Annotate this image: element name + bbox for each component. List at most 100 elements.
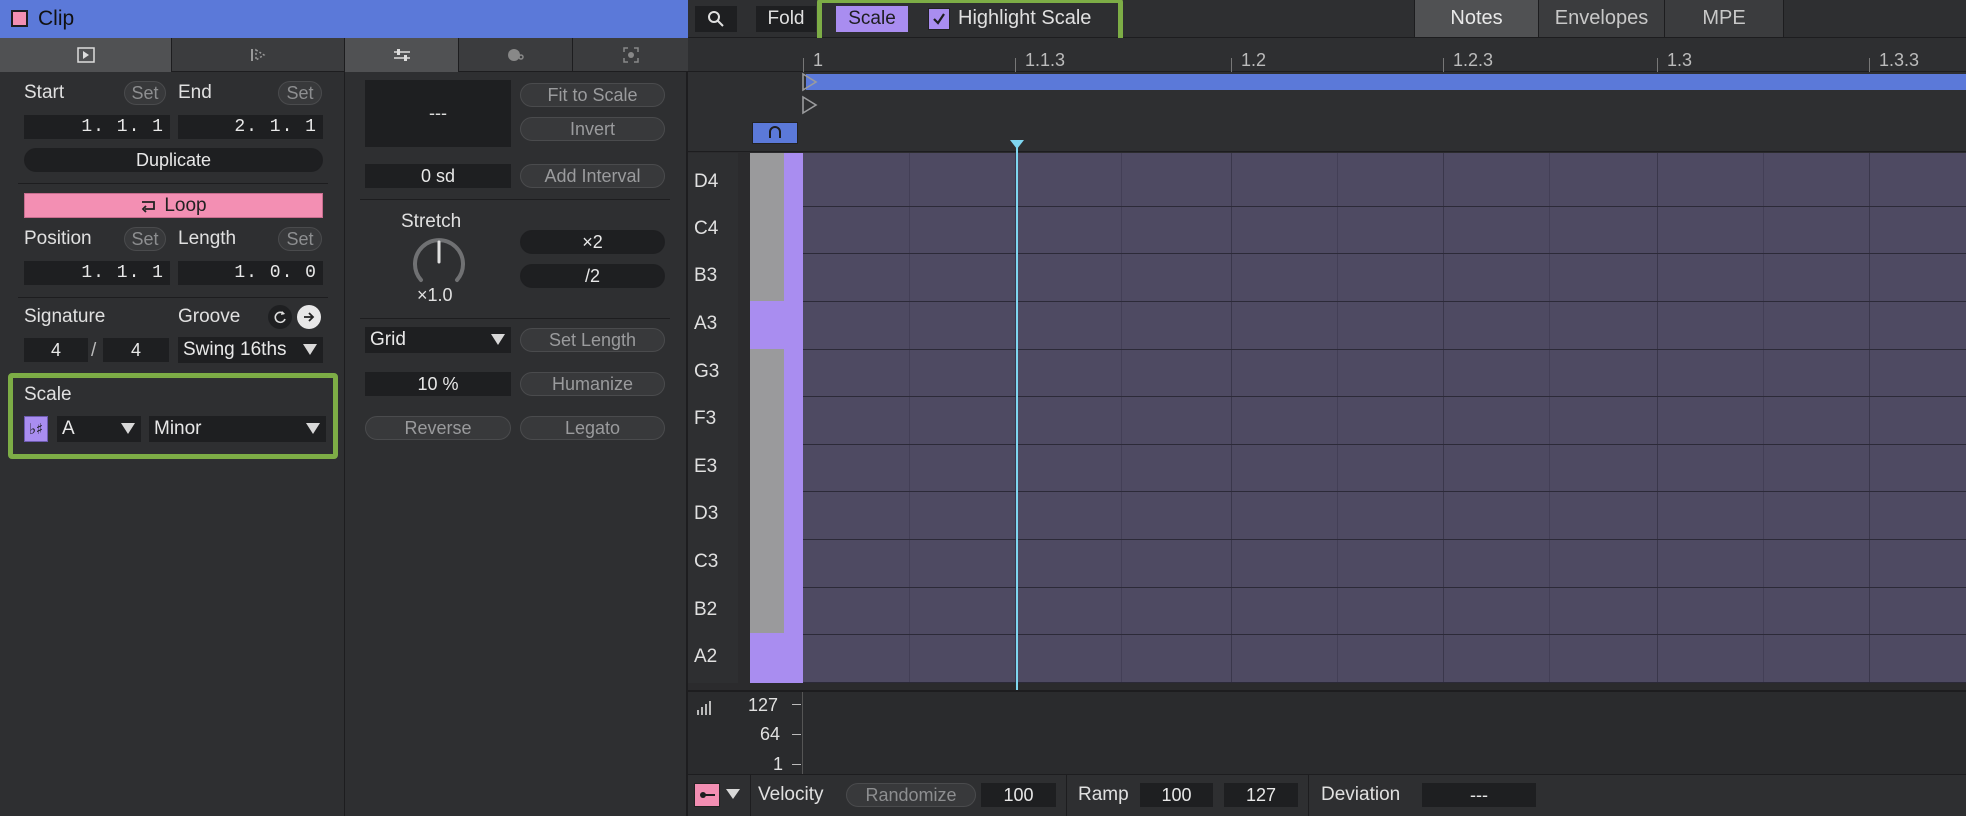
length-field[interactable]: 1. 0. 0 <box>178 261 323 285</box>
legato-button[interactable]: Legato <box>520 416 665 440</box>
deviation-label: Deviation <box>1321 784 1401 805</box>
add-interval-button[interactable]: Add Interval <box>520 164 665 188</box>
grid-row-line <box>803 682 1966 683</box>
editor-toolbar: Fold Scale Highlight Scale Notes Envelop… <box>688 0 1966 46</box>
tab-transform[interactable] <box>459 38 573 72</box>
fold-button[interactable]: Fold <box>756 6 816 32</box>
velocity-lane[interactable]: 127 64 1 <box>688 690 1966 774</box>
deviation-field[interactable]: --- <box>1422 783 1536 807</box>
ruler-tick <box>1657 58 1658 72</box>
draw-mode-button[interactable] <box>694 783 720 807</box>
grid-row-line <box>803 491 1966 492</box>
signature-label: Signature <box>24 306 106 327</box>
piano-key-root[interactable] <box>750 301 803 349</box>
velocity-scale-min: 1 <box>773 754 784 774</box>
grid-line <box>1443 153 1444 683</box>
ramp-end-field[interactable]: 127 <box>1224 783 1298 807</box>
loop-button[interactable]: Loop <box>24 193 323 218</box>
divider <box>18 183 328 184</box>
velocity-field[interactable]: 100 <box>981 783 1056 807</box>
start-set-button[interactable]: Set <box>124 81 166 105</box>
position-set-button[interactable]: Set <box>124 227 166 251</box>
start-field[interactable]: 1. 1. 1 <box>24 115 170 139</box>
grid-row-line <box>803 634 1966 635</box>
divider <box>360 199 670 200</box>
chevron-down-icon <box>726 789 740 799</box>
fit-to-scale-button[interactable]: Fit to Scale <box>520 83 665 107</box>
piano-key-white[interactable] <box>750 349 784 633</box>
piano-key-root[interactable] <box>750 633 803 683</box>
randomize-button[interactable]: Randomize <box>846 783 976 807</box>
tab-clip-launch[interactable] <box>172 38 345 72</box>
groove-hotswap-button[interactable] <box>297 305 321 329</box>
groove-refresh-button[interactable] <box>268 305 292 329</box>
clip-color-swatch[interactable] <box>11 10 28 27</box>
position-field[interactable]: 1. 1. 1 <box>24 261 170 285</box>
chevron-down-icon <box>303 344 317 355</box>
ramp-start-field[interactable]: 100 <box>1140 783 1213 807</box>
reverse-button[interactable]: Reverse <box>365 416 511 440</box>
launch-icon <box>251 48 266 62</box>
velocity-bars-icon <box>697 701 711 715</box>
ruler-label: 1.3 <box>1667 50 1693 70</box>
duplicate-button[interactable]: Duplicate <box>24 148 323 172</box>
length-set-button[interactable]: Set <box>278 227 322 251</box>
arrow-right-icon <box>304 312 315 322</box>
groove-label: Groove <box>178 306 241 327</box>
ruler-label: 1.2 <box>1241 50 1267 70</box>
humanize-button[interactable]: Humanize <box>520 372 665 396</box>
stretch-div2-button[interactable]: /2 <box>520 264 665 288</box>
clip-title-bar[interactable]: Clip <box>0 0 688 38</box>
key-label: C4 <box>694 218 719 239</box>
stretch-knob[interactable] <box>411 234 467 290</box>
search-icon <box>708 11 724 27</box>
clip-title: Clip <box>38 7 75 30</box>
key-label: A2 <box>694 646 718 667</box>
ruler-label: 1.2.3 <box>1453 50 1494 70</box>
stretch-times2-button[interactable]: ×2 <box>520 230 665 254</box>
stretch-label: Stretch <box>401 211 462 232</box>
grid-row-line <box>803 206 1966 207</box>
sliders-icon <box>393 49 410 61</box>
tab-mpe[interactable]: MPE <box>1664 0 1784 37</box>
key-label: C3 <box>694 551 719 572</box>
grid-line <box>1763 153 1764 683</box>
grid-dropdown[interactable]: Grid <box>365 327 511 353</box>
end-set-button[interactable]: Set <box>278 81 322 105</box>
groove-dropdown[interactable]: Swing 16ths <box>178 337 323 363</box>
loop-brace[interactable] <box>806 74 1966 90</box>
playhead <box>1016 144 1018 774</box>
start-marker-icons[interactable] <box>802 72 822 118</box>
scale-tick <box>792 704 801 705</box>
grid-row-line <box>803 301 1966 302</box>
sd-field[interactable]: 0 sd <box>365 164 511 188</box>
search-button[interactable] <box>695 6 737 32</box>
velocity-label: Velocity <box>758 784 824 805</box>
set-length-button[interactable]: Set Length <box>520 328 665 352</box>
divider <box>750 775 751 816</box>
beat-time-ruler[interactable]: 1 1.1.3 1.2 1.2.3 1.3 1.3.3 <box>688 38 1966 72</box>
stretch-value: ×1.0 <box>417 285 453 305</box>
position-label: Position <box>24 228 92 249</box>
signature-numerator[interactable]: 4 <box>24 338 88 362</box>
tab-note-tools[interactable] <box>345 38 459 72</box>
draw-mode-menu[interactable] <box>726 787 740 805</box>
end-field[interactable]: 2. 1. 1 <box>178 115 323 139</box>
key-labels-column: D4 C4 B3 A3 G3 F3 E3 D3 C3 B2 A2 <box>688 153 738 683</box>
grid-line <box>1231 153 1232 683</box>
pin-icon <box>700 792 715 798</box>
tab-envelopes[interactable]: Envelopes <box>1538 0 1664 37</box>
invert-button[interactable]: Invert <box>520 117 665 141</box>
piano-key-white[interactable] <box>750 153 784 301</box>
tab-clip-main[interactable] <box>0 38 172 72</box>
humanize-amount-field[interactable]: 10 % <box>365 372 511 396</box>
follow-button[interactable] <box>752 122 798 144</box>
ruler-tick <box>1443 58 1444 72</box>
tab-notes[interactable]: Notes <box>1414 0 1538 37</box>
tab-generate[interactable] <box>573 38 688 72</box>
scale-tick <box>792 764 801 765</box>
note-grid[interactable] <box>803 153 1966 683</box>
signature-denominator[interactable]: 4 <box>103 338 169 362</box>
grid-row-line <box>803 396 1966 397</box>
scale-highlight-outline <box>8 373 338 459</box>
